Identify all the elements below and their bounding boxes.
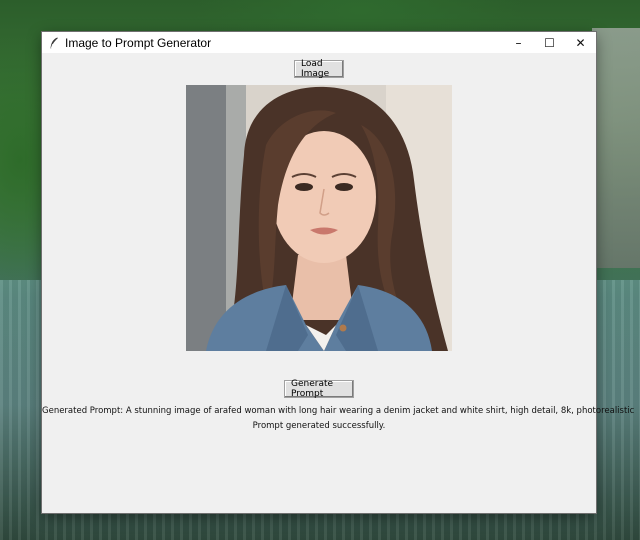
- generate-prompt-button[interactable]: Generate Prompt: [284, 379, 354, 399]
- feather-icon: [48, 37, 60, 49]
- status-message: Prompt generated successfully.: [252, 421, 386, 431]
- maximize-icon[interactable]: ☐: [534, 32, 565, 53]
- load-image-button[interactable]: Load Image: [294, 59, 344, 79]
- wallpaper-bridge: [592, 28, 640, 268]
- window-content: Load Image Generate Prompt Generated Pro…: [42, 53, 635, 513]
- close-icon[interactable]: ✕: [565, 32, 596, 53]
- window-controls: – ☐ ✕: [503, 32, 596, 53]
- minimize-icon[interactable]: –: [503, 32, 534, 53]
- loaded-image-preview: [186, 85, 452, 351]
- window-title: Image to Prompt Generator: [65, 35, 212, 50]
- title-bar[interactable]: Image to Prompt Generator – ☐ ✕: [42, 32, 596, 53]
- generated-prompt-text: Generated Prompt: A stunning image of ar…: [42, 406, 635, 416]
- app-window: Image to Prompt Generator – ☐ ✕ Load Ima…: [42, 32, 635, 513]
